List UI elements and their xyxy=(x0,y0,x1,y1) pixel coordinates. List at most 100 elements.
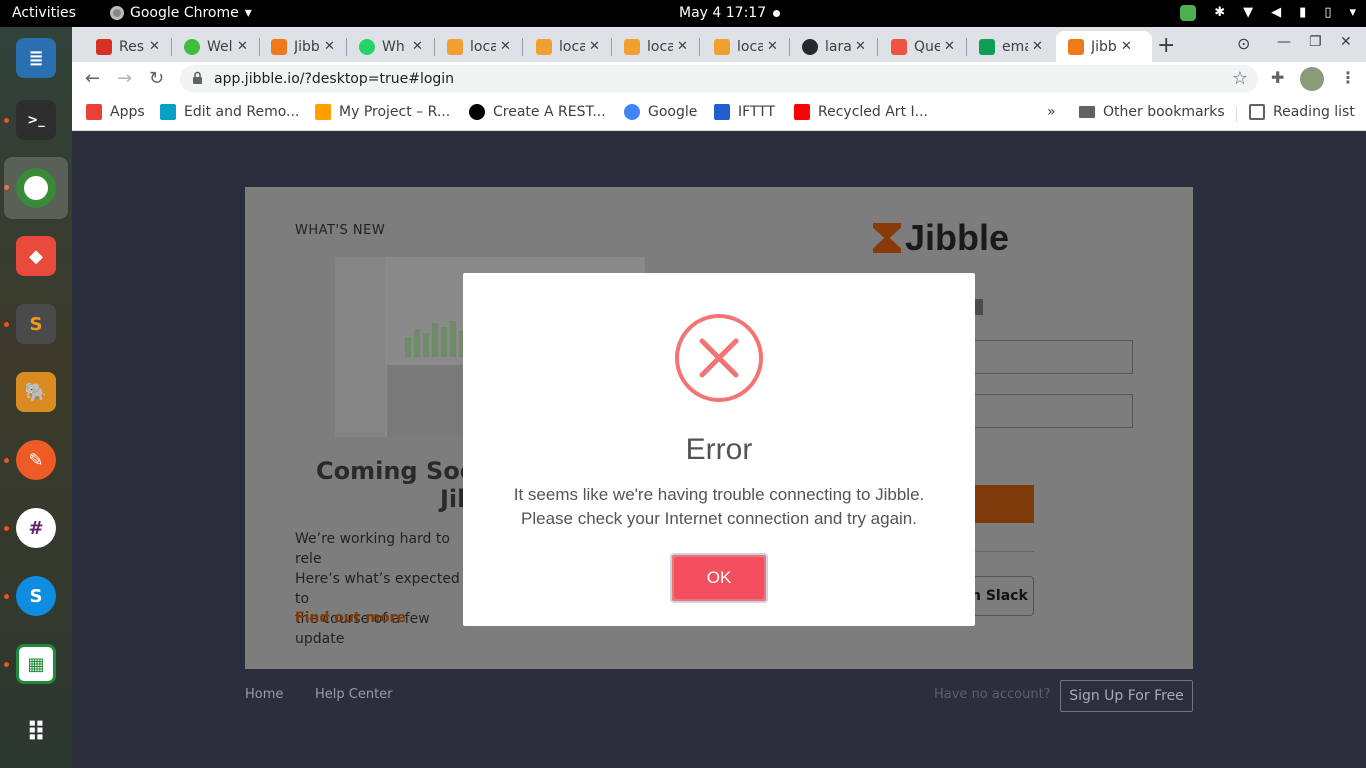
browser-tab[interactable]: Jibb ✕ xyxy=(259,31,345,62)
dock-sublime[interactable]: S xyxy=(4,293,68,355)
bookmark-item[interactable]: Edit and Remo... xyxy=(160,104,299,120)
bookmarks-overflow-button[interactable]: » xyxy=(1047,104,1056,120)
wifi-icon[interactable]: ▼ xyxy=(1243,4,1253,22)
email-field[interactable] xyxy=(963,340,1133,374)
browser-tab[interactable]: Wel ✕ xyxy=(172,31,258,62)
footer-help-center-link[interactable]: Help Center xyxy=(315,687,393,702)
dock-terminal[interactable]: >_ xyxy=(4,89,68,151)
dock-postman[interactable]: ✎ xyxy=(4,429,68,491)
tab-close-icon[interactable]: ✕ xyxy=(677,39,688,54)
firebase-icon xyxy=(315,104,331,120)
dock-spreadsheet[interactable]: ▦ xyxy=(4,633,68,695)
browser-tab[interactable]: Jibb ✕ xyxy=(1056,31,1152,62)
dock: ≣ >_ ◆ S 🐘 ✎ # S ▦ ⠿ xyxy=(0,27,72,768)
browser-tab[interactable]: lara ✕ xyxy=(790,31,876,62)
browser-tab[interactable]: Res ✕ xyxy=(84,31,170,62)
minimize-icon[interactable]: — xyxy=(1277,34,1291,50)
bookmark-item[interactable]: Google xyxy=(624,104,697,120)
address-bar[interactable]: app.jibble.io/?desktop=true#login ☆ xyxy=(180,65,1258,93)
dock-chrome[interactable] xyxy=(4,157,68,219)
dock-show-apps[interactable]: ⠿ xyxy=(4,702,68,764)
app-menu[interactable]: Google Chrome ▾ xyxy=(110,5,252,21)
bookmark-item[interactable]: IFTTT xyxy=(714,104,775,120)
slack-tray-icon[interactable]: ✱ xyxy=(1214,4,1225,22)
dock-text-editor[interactable]: ≣ xyxy=(4,27,68,89)
volume-icon[interactable]: ◀ xyxy=(1271,4,1281,22)
tab-label: loca xyxy=(737,38,763,55)
tab-label: Wel xyxy=(207,38,233,55)
dock-slack[interactable]: # xyxy=(4,497,68,559)
postman-icon: ✎ xyxy=(16,440,56,480)
browser-tab[interactable]: Wh ✕ xyxy=(347,31,433,62)
tab-close-icon[interactable]: ✕ xyxy=(412,39,423,54)
tab-search-icon[interactable]: ⊙ xyxy=(1237,34,1250,53)
forward-button[interactable]: → xyxy=(117,68,132,89)
bookmark-label: Google xyxy=(648,104,698,120)
youtube-icon xyxy=(794,104,810,120)
tab-label: loca xyxy=(647,38,673,55)
clock[interactable]: May 4 17:17 xyxy=(679,5,766,21)
tab-close-icon[interactable]: ✕ xyxy=(149,39,160,54)
chrome-menu-icon[interactable]: ⋮ xyxy=(1340,68,1356,87)
web-page: WHAT'S NEW Coming Soon Jib We’re working… xyxy=(72,131,1366,768)
tab-close-icon[interactable]: ✕ xyxy=(237,39,248,54)
browser-tab[interactable]: loca ✕ xyxy=(524,31,610,62)
tab-close-icon[interactable]: ✕ xyxy=(1121,39,1132,54)
microphone-icon[interactable]: ▮ xyxy=(1299,4,1306,22)
dock-dbeaver[interactable]: 🐘 xyxy=(4,361,68,423)
lock-icon xyxy=(193,71,202,84)
bookmark-item[interactable]: Recycled Art I... xyxy=(794,104,928,120)
footer-home-link[interactable]: Home xyxy=(245,687,283,702)
green-dot-icon xyxy=(184,38,200,55)
ok-button[interactable]: OK xyxy=(670,553,768,603)
tab-strip: Res ✕ Wel ✕ Jibb ✕ Wh ✕ loca ✕ loca ✕ loca ✕ loca ✕ lara… xyxy=(72,27,1366,62)
bookmark-label: Apps xyxy=(110,104,145,120)
tab-label: Wh xyxy=(382,38,405,55)
sign-up-button[interactable]: Sign Up For Free xyxy=(1060,680,1193,712)
find-out-more-link[interactable]: Find out more xyxy=(295,610,406,626)
system-tray[interactable]: ✱ ▼ ◀ ▮ ▯ ▾ xyxy=(1180,4,1356,22)
tab-label: Que xyxy=(914,38,940,55)
browser-tab[interactable]: ema ✕ xyxy=(967,31,1053,62)
other-bookmarks-button[interactable]: Other bookmarks xyxy=(1079,104,1225,120)
tab-close-icon[interactable]: ✕ xyxy=(1032,39,1043,54)
password-field[interactable] xyxy=(963,394,1133,428)
restore-icon[interactable]: ❐ xyxy=(1309,34,1322,50)
power-menu-icon[interactable]: ▾ xyxy=(1349,4,1356,22)
url-text: app.jibble.io/?desktop=true#login xyxy=(214,71,455,87)
reading-list-label: Reading list xyxy=(1273,104,1355,120)
skype-icon: S xyxy=(16,576,56,616)
dock-anydesk[interactable]: ◆ xyxy=(4,225,68,287)
profile-avatar[interactable] xyxy=(1300,67,1324,91)
browser-tab[interactable]: loca ✕ xyxy=(702,31,788,62)
tab-close-icon[interactable]: ✕ xyxy=(324,39,335,54)
bookmark-item[interactable]: Apps xyxy=(86,104,145,120)
activities-button[interactable]: Activities xyxy=(12,5,76,21)
tab-label: Jibb xyxy=(1091,38,1117,55)
battery-icon[interactable]: ▯ xyxy=(1324,4,1331,22)
folder-icon xyxy=(1079,106,1095,118)
bookmark-item[interactable]: My Project – R... xyxy=(315,104,450,120)
tab-close-icon[interactable]: ✕ xyxy=(589,39,600,54)
bookmarks-bar: Apps Edit and Remo... My Project – R... Cre… xyxy=(72,96,1366,131)
dock-skype[interactable]: S xyxy=(4,565,68,627)
no-account-text: Have no account? xyxy=(934,687,1051,702)
browser-tab[interactable]: loca ✕ xyxy=(612,31,698,62)
reading-list-button[interactable]: Reading list xyxy=(1249,104,1355,120)
tab-close-icon[interactable]: ✕ xyxy=(944,39,955,54)
tab-label: Res xyxy=(119,38,145,55)
extensions-icon[interactable]: ✚ xyxy=(1271,68,1284,87)
bookmark-star-icon[interactable]: ☆ xyxy=(1232,68,1248,89)
bookmarks-divider xyxy=(1236,106,1237,122)
tab-close-icon[interactable]: ✕ xyxy=(767,39,778,54)
security-shield-icon[interactable] xyxy=(1180,5,1197,21)
new-tab-button[interactable]: + xyxy=(1157,33,1175,58)
browser-tab[interactable]: loca ✕ xyxy=(435,31,521,62)
reload-button[interactable]: ↻ xyxy=(149,68,164,89)
browser-tab[interactable]: Que ✕ xyxy=(879,31,965,62)
bookmark-item[interactable]: Create A REST... xyxy=(469,104,606,120)
back-button[interactable]: ← xyxy=(85,68,100,89)
tab-close-icon[interactable]: ✕ xyxy=(500,39,511,54)
close-window-icon[interactable]: ✕ xyxy=(1340,34,1352,50)
tab-close-icon[interactable]: ✕ xyxy=(855,39,866,54)
